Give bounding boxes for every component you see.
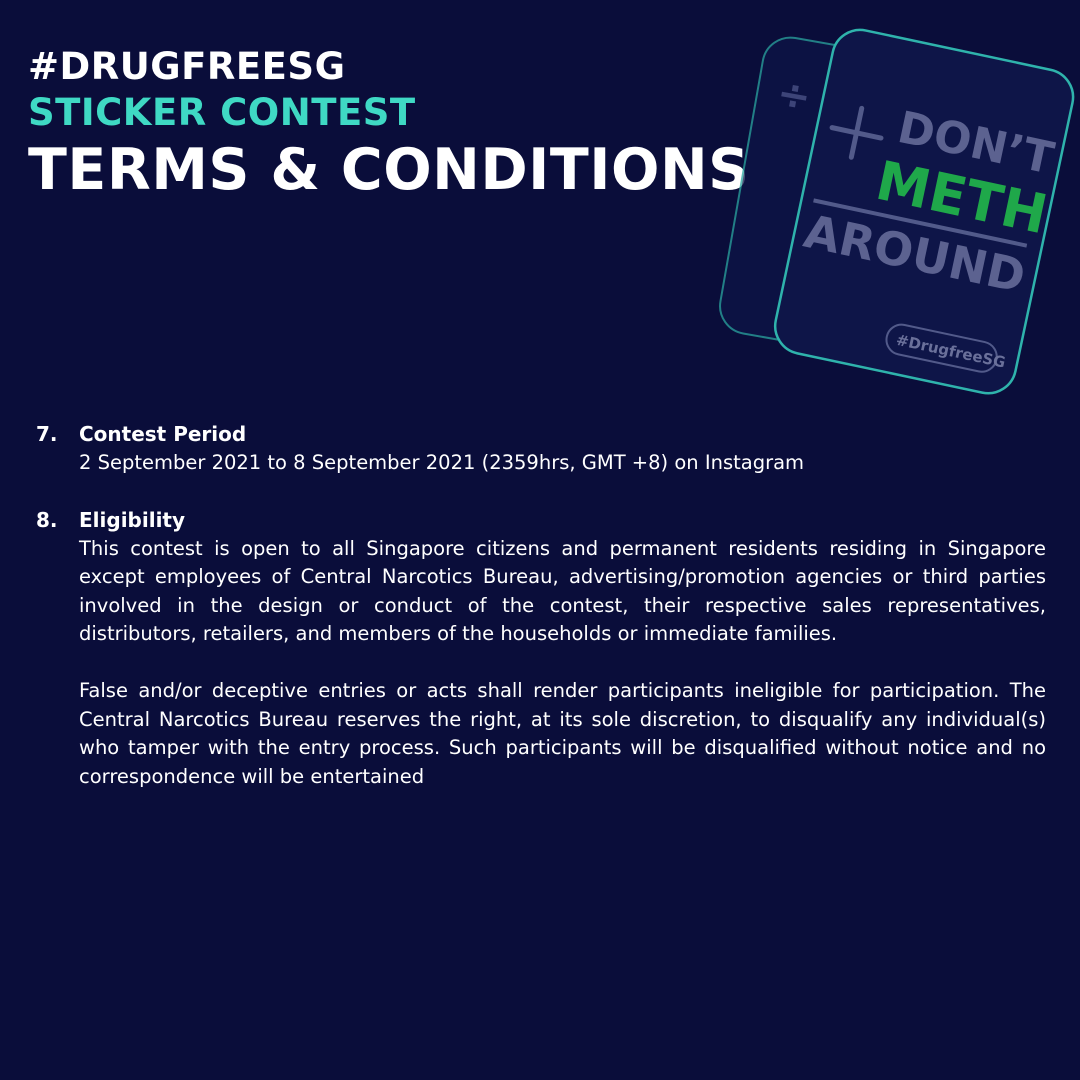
sticker-illustration: ÷ DON’T METH AROUND #DrugfreeSG <box>719 28 1075 395</box>
term-body: Eligibility This contest is open to all … <box>79 506 1046 792</box>
terms-list: 7. Contest Period 2 September 2021 to 8 … <box>36 420 1046 819</box>
term-body: Contest Period 2 September 2021 to 8 Sep… <box>79 420 1046 478</box>
term-heading: Contest Period <box>79 422 247 446</box>
term-item: 7. Contest Period 2 September 2021 to 8 … <box>36 420 1046 478</box>
term-paragraph: False and/or deceptive entries or acts s… <box>79 678 1046 788</box>
term-paragraph: 2 September 2021 to 8 September 2021 (23… <box>79 451 805 474</box>
term-item: 8. Eligibility This contest is open to a… <box>36 506 1046 792</box>
term-heading: Eligibility <box>79 507 186 532</box>
term-number: 7. <box>36 422 58 446</box>
contest-subtitle: STICKER CONTEST <box>28 91 416 134</box>
term-number: 8. <box>36 507 58 532</box>
header: #DRUGFREESG STICKER CONTEST TERMS & COND… <box>28 44 750 204</box>
hashtag-title: #DRUGFREESG <box>28 45 346 88</box>
page-title: TERMS & CONDITIONS <box>28 137 750 203</box>
term-paragraph: This contest is open to all Singapore ci… <box>79 536 1046 646</box>
